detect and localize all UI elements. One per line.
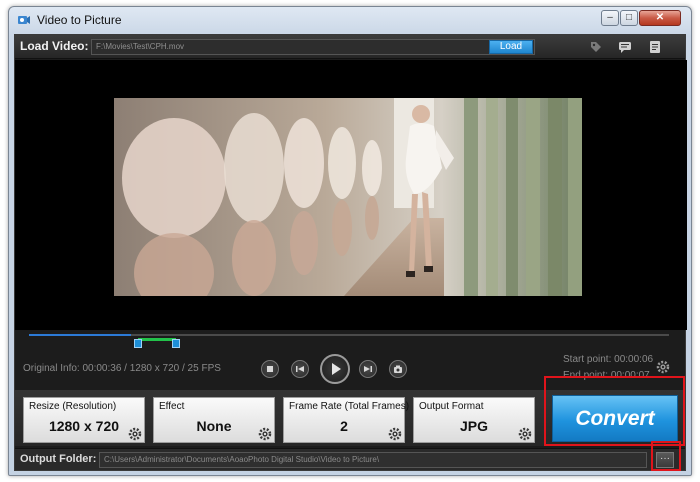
previous-icon — [296, 366, 304, 372]
output-format-panel[interactable]: Output Format JPG — [413, 397, 535, 443]
effect-panel[interactable]: Effect None — [153, 397, 275, 443]
timeline-progress — [29, 334, 132, 336]
frame-rate-value: 2 — [340, 418, 348, 434]
app-icon — [18, 16, 30, 24]
resize-label: Resize (Resolution) — [29, 401, 117, 412]
video-preview — [15, 60, 687, 330]
timing-settings-gear-icon[interactable] — [656, 360, 670, 374]
load-button[interactable]: Load — [489, 40, 533, 54]
app-window: Video to Picture – □ ✕ Load Video: F:\Mo… — [8, 6, 692, 476]
range-end-handle[interactable] — [172, 339, 181, 348]
next-icon — [364, 366, 372, 372]
stop-button[interactable] — [261, 360, 279, 378]
snapshot-button[interactable] — [389, 360, 407, 378]
resize-value: 1280 x 720 — [48, 418, 120, 434]
play-button[interactable] — [320, 354, 350, 384]
output-folder-input[interactable]: C:\Users\Administrator\Documents\AoaoPho… — [99, 452, 647, 468]
main-content: Load Video: F:\Movies\Test\CPH.mov Load — [14, 34, 687, 471]
title-bar: Video to Picture – □ ✕ — [9, 7, 691, 33]
output-format-value: JPG — [459, 418, 488, 434]
resize-gear-icon[interactable] — [128, 427, 142, 441]
output-format-gear-icon[interactable] — [518, 427, 532, 441]
close-button[interactable]: ✕ — [639, 10, 681, 26]
load-video-label: Load Video: — [20, 39, 89, 53]
frame-rate-gear-icon[interactable] — [388, 427, 402, 441]
video-path-input[interactable]: F:\Movies\Test\CPH.mov — [91, 39, 535, 55]
output-folder-label: Output Folder: — [20, 453, 97, 465]
next-button[interactable] — [359, 360, 377, 378]
original-info-text: Original Info: 00:00:36 / 1280 x 720 / 2… — [23, 363, 221, 374]
play-icon — [332, 363, 341, 375]
output-folder-row: Output Folder: C:\Users\Administrator\Do… — [15, 448, 685, 470]
window-title: Video to Picture — [37, 13, 122, 27]
range-start-handle[interactable] — [133, 339, 142, 348]
selection-range-bar — [137, 338, 177, 341]
list-icon[interactable] — [648, 40, 662, 54]
snapshot-icon — [394, 365, 402, 373]
resize-panel[interactable]: Resize (Resolution) 1280 x 720 — [23, 397, 145, 443]
previous-button[interactable] — [291, 360, 309, 378]
effect-gear-icon[interactable] — [258, 427, 272, 441]
chat-icon[interactable] — [618, 40, 632, 54]
frame-rate-panel[interactable]: Frame Rate (Total Frames) 2 — [283, 397, 409, 443]
frame-rate-label: Frame Rate (Total Frames) — [289, 401, 410, 412]
output-format-label: Output Format — [419, 401, 484, 412]
tag-icon[interactable] — [589, 40, 603, 54]
stop-icon — [267, 366, 273, 372]
minimize-button[interactable]: – — [601, 10, 619, 26]
effect-label: Effect — [159, 401, 185, 412]
load-video-bar: Load Video: F:\Movies\Test\CPH.mov Load — [15, 35, 685, 59]
start-point-text: Start point: 00:00:06 — [563, 354, 654, 365]
browse-highlight-box — [651, 441, 681, 471]
video-frame-image — [114, 98, 582, 296]
maximize-button[interactable]: □ — [620, 10, 638, 26]
convert-highlight-box — [544, 376, 685, 446]
effect-value: None — [196, 418, 232, 434]
